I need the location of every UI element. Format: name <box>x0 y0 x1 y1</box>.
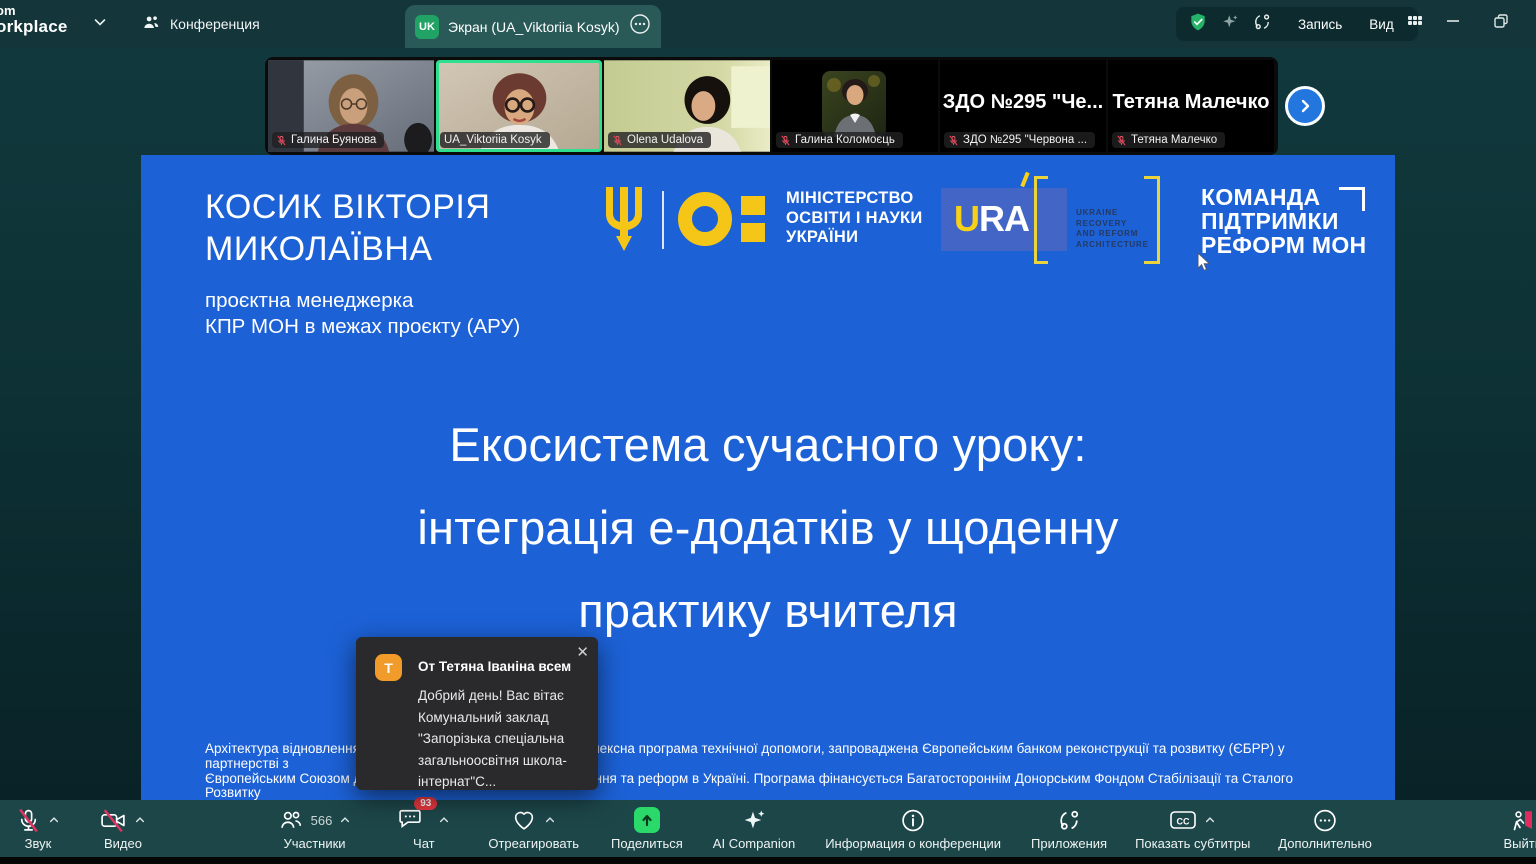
close-icon[interactable]: ✕ <box>576 643 589 661</box>
view-grid-icon[interactable] <box>1407 14 1423 35</box>
mic-muted-icon <box>16 808 41 833</box>
ura-bracket <box>1144 261 1160 264</box>
react-button[interactable]: Отреагировать <box>478 800 589 857</box>
meeting-info-button[interactable]: Информация о конференции <box>815 800 1011 857</box>
uk-language-badge: UK <box>415 15 439 39</box>
ura-bracket <box>1034 176 1037 264</box>
ministry-title: МІНІСТЕРСТВО ОСВІТИ І НАУКИ УКРАЇНИ <box>786 189 923 248</box>
svg-text:CC: CC <box>1177 816 1190 826</box>
cc-icon: CC <box>1169 808 1197 832</box>
info-icon <box>900 808 926 833</box>
participant-name-chip: Галина Коломоєць <box>776 132 903 148</box>
participant-name-chip: Тетяна Малечко <box>1112 132 1225 148</box>
recording-label: Запись <box>1298 17 1342 32</box>
chat-unread-badge: 93 <box>414 797 437 810</box>
camera-muted-icon <box>100 808 127 833</box>
video-tile-olena-udalova[interactable]: Olena Udalova <box>604 60 770 152</box>
chat-popup-message: Добрий день! Вас вітає Комунальний закла… <box>418 685 588 793</box>
share-screen-button[interactable]: Поделиться <box>601 800 693 857</box>
ukraine-trident-icon <box>603 187 645 251</box>
leave-meeting-button[interactable]: Выйти <box>1494 800 1536 857</box>
chevron-up-icon[interactable] <box>544 814 556 826</box>
zoom-workplace-logo: om orkplace <box>0 4 68 37</box>
participants-count: 566 <box>311 813 333 828</box>
participants-icon <box>278 808 304 833</box>
share-icon <box>634 807 660 833</box>
mouse-cursor <box>1197 252 1212 278</box>
video-tile-galyna-kolomoiets[interactable]: Галина Коломоєць <box>772 60 938 152</box>
screen-edge <box>0 857 1536 864</box>
avatar <box>822 71 886 137</box>
audio-tile-tetiana-malechko[interactable]: Тетяна Малечко Тетяна Малечко <box>1108 60 1274 152</box>
ura-bracket <box>1034 261 1048 264</box>
ai-sparkle-icon <box>741 808 767 833</box>
ai-companion-status-icon[interactable] <box>1221 13 1239 36</box>
meeting-toolbar: Звук Видео 566 Участники <box>0 800 1536 857</box>
more-button[interactable]: Дополнительно <box>1268 800 1382 857</box>
chat-button[interactable]: 93 Чат <box>387 800 460 857</box>
chevron-up-icon[interactable] <box>1204 814 1216 826</box>
reform-team-title: КОМАНДА ПІДТРИМКИ РЕФОРМ МОН <box>1201 185 1366 257</box>
ai-companion-button[interactable]: AI Companion <box>703 800 805 857</box>
chat-sender-avatar: Т <box>375 654 402 681</box>
view-label[interactable]: Вид <box>1369 17 1393 32</box>
slide-speaker-role: проєктна менеджерка КПР МОН в межах проє… <box>205 288 520 340</box>
chat-popup-title: От Тетяна Іваніна всем <box>418 659 571 674</box>
ura-accent-mark <box>1020 172 1029 187</box>
chevron-up-icon[interactable] <box>48 814 60 826</box>
chevron-up-icon[interactable] <box>438 814 450 826</box>
window-title-bar: om orkplace Конференция UK Экран (UA_Vik… <box>0 0 1536 48</box>
heart-icon <box>511 808 537 833</box>
apps-status-icon[interactable] <box>1252 12 1272 37</box>
apps-icon <box>1056 808 1082 833</box>
muted-mic-icon <box>276 135 287 146</box>
slide-main-title: Екосистема сучасного уроку: інтеграція е… <box>141 403 1395 652</box>
tab-shared-screen[interactable]: UK Экран (UA_Viktoriia Kosyk) <box>405 5 661 48</box>
participants-strip: Галина Буянова UA_Viktoriia Kosyk <box>265 57 1278 155</box>
participants-icon <box>142 13 161 35</box>
next-participants-button[interactable] <box>1285 86 1325 126</box>
chevron-up-icon[interactable] <box>134 814 146 826</box>
muted-mic-icon <box>948 135 959 146</box>
participant-display-name: ЗДО №295 "Че... <box>940 91 1106 114</box>
security-shield-icon[interactable] <box>1188 12 1208 37</box>
ura-tagline: UKRAINE RECOVERY AND REFORM ARCHITECTURE <box>1076 208 1149 250</box>
tab-options-icon[interactable] <box>629 13 651 40</box>
participant-name-chip: UA_Viktoriia Kosyk <box>440 132 550 148</box>
meeting-content-area: Галина Буянова UA_Viktoriia Kosyk <box>0 48 1536 800</box>
mon-logo-square <box>741 223 765 242</box>
participant-display-name: Тетяна Малечко <box>1108 91 1274 114</box>
leave-door-icon <box>1510 808 1536 833</box>
mon-logo-square <box>741 196 765 215</box>
minimize-button[interactable] <box>1444 12 1462 35</box>
ura-bracket <box>1157 176 1160 264</box>
ura-logo: URA <box>941 188 1067 251</box>
chevron-down-icon[interactable] <box>92 14 108 35</box>
muted-mic-icon <box>1116 135 1127 146</box>
restore-window-button[interactable] <box>1492 12 1510 35</box>
chevron-up-icon[interactable] <box>339 814 351 826</box>
participant-name-chip: Olena Udalova <box>608 132 711 148</box>
meeting-status-cluster: Запись Вид <box>1176 7 1418 41</box>
more-ellipsis-icon <box>1312 808 1338 833</box>
logo-separator <box>662 191 664 249</box>
video-button[interactable]: Видео <box>90 800 156 857</box>
audio-button[interactable]: Звук <box>6 800 70 857</box>
slide-speaker-name: КОСИК ВІКТОРІЯ МИКОЛАЇВНА <box>205 186 490 270</box>
apps-button[interactable]: Приложения <box>1021 800 1117 857</box>
participants-button[interactable]: 566 Участники <box>268 800 362 857</box>
captions-button[interactable]: CC Показать субтитры <box>1125 800 1260 857</box>
mon-logo-icon <box>678 192 732 246</box>
chevron-right-icon <box>1296 97 1314 115</box>
tab-conference[interactable]: Конференция <box>142 8 260 40</box>
participant-name-chip: Галина Буянова <box>272 132 384 148</box>
chat-notification-popup[interactable]: ✕ Т От Тетяна Іваніна всем Добрий день! … <box>356 637 598 790</box>
video-tile-ua-viktoriia-kosyk[interactable]: UA_Viktoriia Kosyk <box>436 60 602 152</box>
video-tile-galyna-buianova[interactable]: Галина Буянова <box>268 60 434 152</box>
muted-mic-icon <box>780 135 791 146</box>
muted-mic-icon <box>612 135 623 146</box>
audio-tile-zdo-295[interactable]: ЗДО №295 "Че... ЗДО №295 "Червона ... <box>940 60 1106 152</box>
team-bracket <box>1362 187 1365 211</box>
participant-name-chip: ЗДО №295 "Червона ... <box>944 132 1095 148</box>
